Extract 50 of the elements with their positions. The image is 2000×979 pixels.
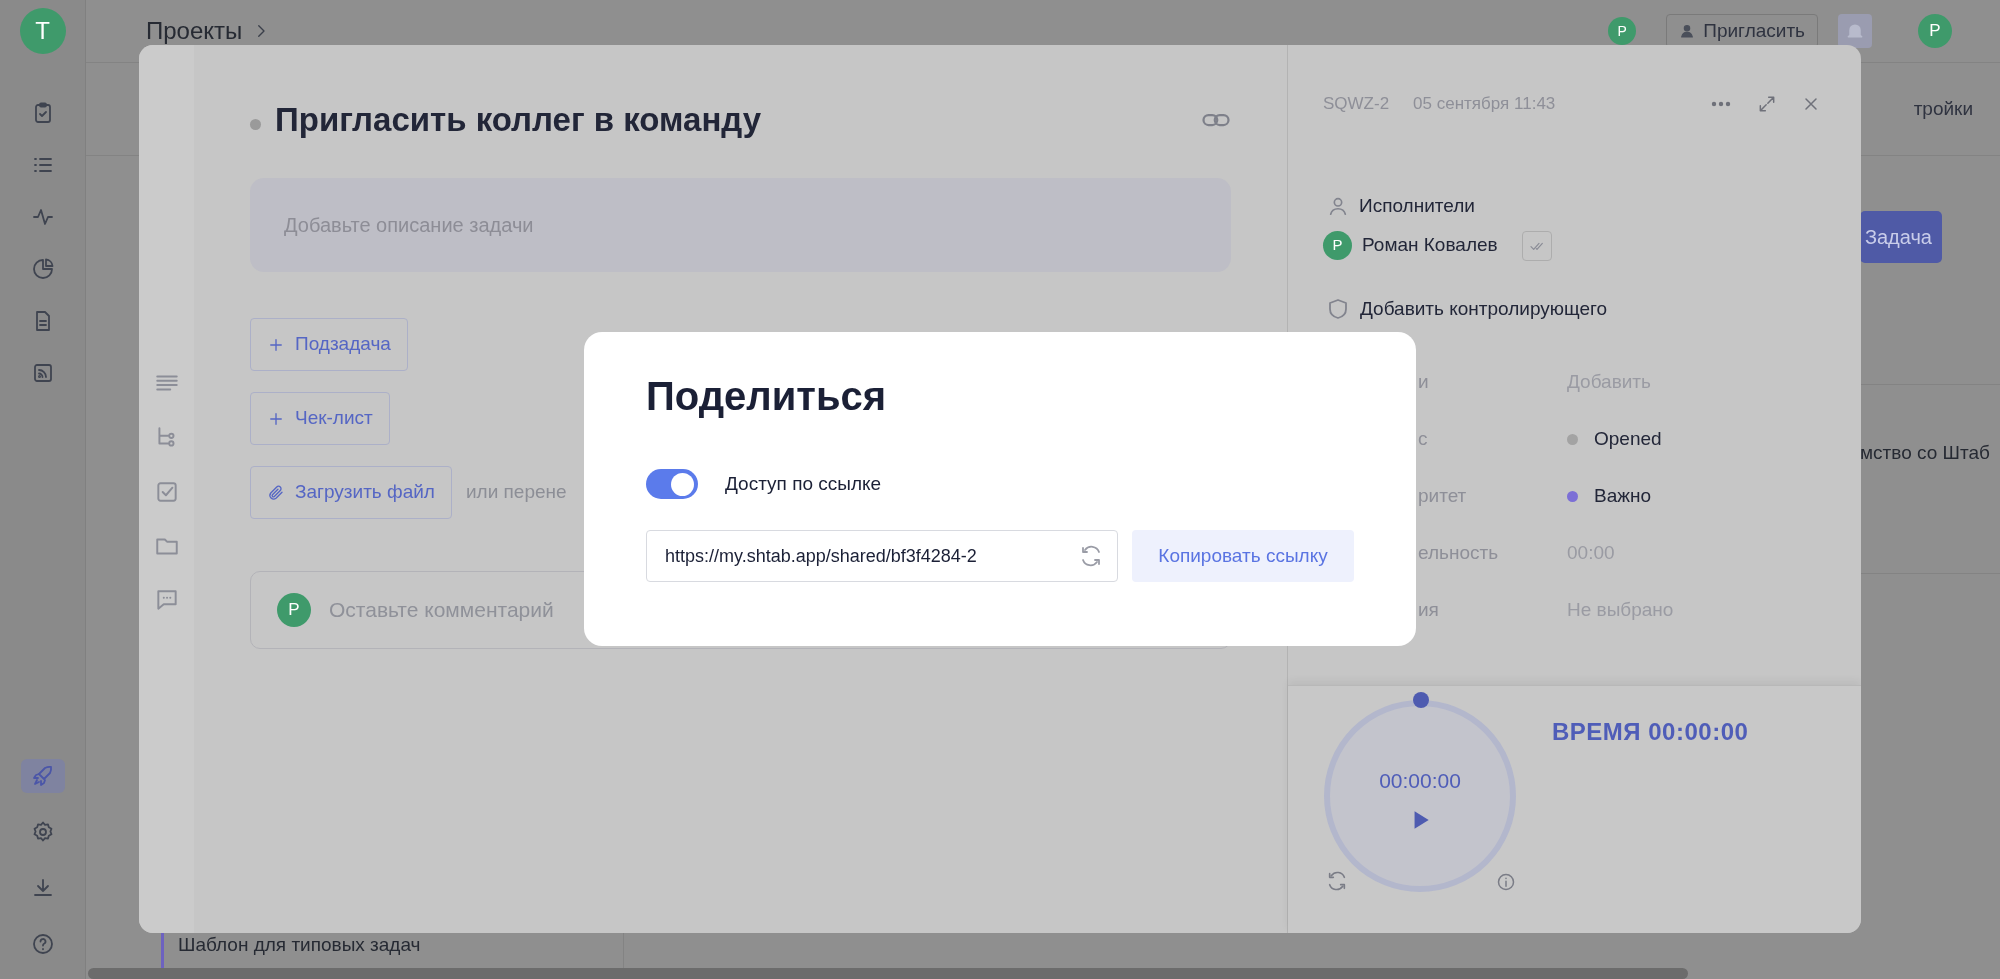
assignee-name[interactable]: Роман Ковалев xyxy=(1362,231,1498,260)
user-icon xyxy=(1679,23,1696,39)
shield-icon xyxy=(1326,296,1350,321)
refresh-icon[interactable] xyxy=(1079,544,1103,568)
task-key: SQWZ-2 xyxy=(1323,91,1390,117)
pie-chart-icon xyxy=(30,257,55,281)
nav-button[interactable] xyxy=(20,759,65,793)
avatar: Р xyxy=(1608,17,1637,45)
url-text: https://my.shtab.app/shared/bf3f4284-2 xyxy=(665,544,977,568)
field-label: ритет xyxy=(1417,483,1468,508)
task-title[interactable]: Пригласить коллег в команду xyxy=(275,95,762,145)
action-button[interactable]: Чек-лист xyxy=(250,392,390,445)
info-icon[interactable] xyxy=(1496,872,1516,892)
url-field[interactable]: https://my.shtab.app/shared/bf3f4284-2 xyxy=(646,530,1118,582)
timer-title: ВРЕМЯ 00:00:00 xyxy=(1552,717,1749,744)
copy-link-button[interactable]: Копировать ссылку xyxy=(1132,530,1354,582)
avatar: Р xyxy=(1918,14,1952,48)
toggle-switch[interactable] xyxy=(646,469,698,499)
timer-display: 00:00:00 xyxy=(1379,768,1461,795)
paperclip-icon xyxy=(267,483,285,502)
dialog-title: Поделиться xyxy=(646,373,888,420)
list-item[interactable]: мство со Штаб xyxy=(1860,439,1990,468)
timer-handle[interactable] xyxy=(1413,692,1429,708)
field-label: с xyxy=(1417,426,1429,451)
settings-tab[interactable]: тройки xyxy=(1913,94,1973,124)
avatar: Р xyxy=(1323,231,1352,260)
notifications-button[interactable] xyxy=(1838,14,1872,48)
person-icon xyxy=(1327,195,1349,218)
field-value[interactable]: Opened xyxy=(1594,424,1662,454)
task-date: 05 сентября 11:43 xyxy=(1413,93,1556,116)
add-controller-link[interactable]: Добавить контролирующего xyxy=(1360,294,1608,323)
action-button[interactable]: Загрузить файл xyxy=(250,466,452,519)
scrollbar[interactable] xyxy=(88,968,1688,979)
toggle-label: Доступ по ссылке xyxy=(725,471,882,496)
expand-icon[interactable] xyxy=(1757,94,1777,114)
field-label: ельность xyxy=(1417,540,1500,565)
field-value[interactable]: Важно xyxy=(1594,481,1651,511)
task-button[interactable]: Задача xyxy=(1860,211,1942,263)
refresh-icon[interactable] xyxy=(1326,870,1348,892)
field-label: ия xyxy=(1417,597,1440,622)
drop-hint: или перене xyxy=(465,480,567,505)
avatar: Р xyxy=(277,593,311,627)
rocket-icon xyxy=(30,764,55,788)
help-icon xyxy=(30,932,55,956)
breadcrumb[interactable]: Проекты xyxy=(146,13,243,49)
approve-button[interactable] xyxy=(1521,230,1552,261)
avatar: Т xyxy=(19,8,66,54)
assignees-label: Исполнители xyxy=(1359,194,1475,218)
action-button[interactable]: Подзадача xyxy=(250,318,408,371)
field-label: и xyxy=(1417,369,1430,394)
